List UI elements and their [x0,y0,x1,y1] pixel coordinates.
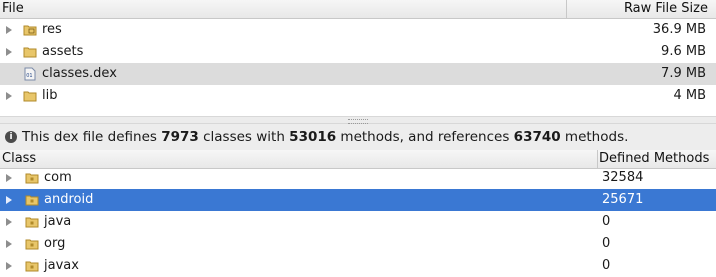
dex-summary-text: This dex file defines 7973 classes with … [22,129,629,145]
file-column-header[interactable]: File [2,1,24,16]
method-count-cell: 0 [602,236,611,251]
file-row-res[interactable]: res 36.9 MB [0,19,716,41]
file-row-lib[interactable]: lib 4 MB [0,85,716,107]
method-count-cell: 25671 [602,192,644,207]
file-size: 7.9 MB [661,66,706,81]
dex-file-icon: 01 [24,67,36,81]
expand-arrow-icon[interactable] [6,196,12,204]
expand-arrow-icon[interactable] [6,26,12,34]
file-size: 9.6 MB [661,44,706,59]
class-row-com[interactable]: com 32584 [0,167,716,189]
class-row-java[interactable]: java 0 [0,211,716,233]
file-name: assets [42,44,84,59]
method-count-cell: 32584 [602,170,644,185]
expand-arrow-icon[interactable] [6,92,12,100]
class-count: 7973 [161,129,199,145]
class-name: android [44,192,94,207]
method-count: 53016 [289,129,337,145]
file-name: classes.dex [42,66,117,81]
class-name: com [44,170,72,185]
defined-methods-column-header[interactable]: Defined Methods [599,151,709,166]
expand-arrow-icon[interactable] [6,174,12,182]
file-size: 4 MB [673,88,706,103]
class-row-org[interactable]: org 0 [0,233,716,255]
file-size: 36.9 MB [652,22,706,37]
raw-file-size-column-header[interactable]: Raw File Size [624,1,708,16]
class-row-android[interactable]: android 25671 [0,189,716,211]
package-icon [25,195,39,206]
package-icon [25,173,39,184]
folder-icon [23,47,37,58]
file-name: res [42,22,62,37]
dex-info-bar: i This dex file defines 7973 classes wit… [0,124,716,150]
package-icon [25,217,39,228]
resource-folder-icon [23,25,37,36]
expand-arrow-icon[interactable] [6,240,12,248]
svg-text:01: 01 [26,73,32,79]
class-name: java [44,214,72,229]
class-name: javax [44,258,79,273]
method-count-cell: 0 [602,258,611,273]
file-name: lib [42,88,58,103]
info-icon: i [5,131,17,143]
column-separator[interactable] [566,0,567,18]
class-column-header[interactable]: Class [2,151,36,166]
method-count-cell: 0 [602,214,611,229]
split-pane-divider[interactable] [0,116,716,124]
package-icon [25,239,39,250]
class-row-javax[interactable]: javax 0 [0,255,716,277]
class-name: org [44,236,66,251]
file-table-header: File Raw File Size [0,0,716,19]
column-separator[interactable] [597,150,598,168]
folder-icon [23,91,37,102]
expand-arrow-icon[interactable] [6,218,12,226]
expand-arrow-icon[interactable] [6,48,12,56]
reference-count: 63740 [513,129,561,145]
file-row-assets[interactable]: assets 9.6 MB [0,41,716,63]
file-row-classes-dex[interactable]: 01 classes.dex 7.9 MB [0,63,716,85]
package-icon [25,261,39,272]
